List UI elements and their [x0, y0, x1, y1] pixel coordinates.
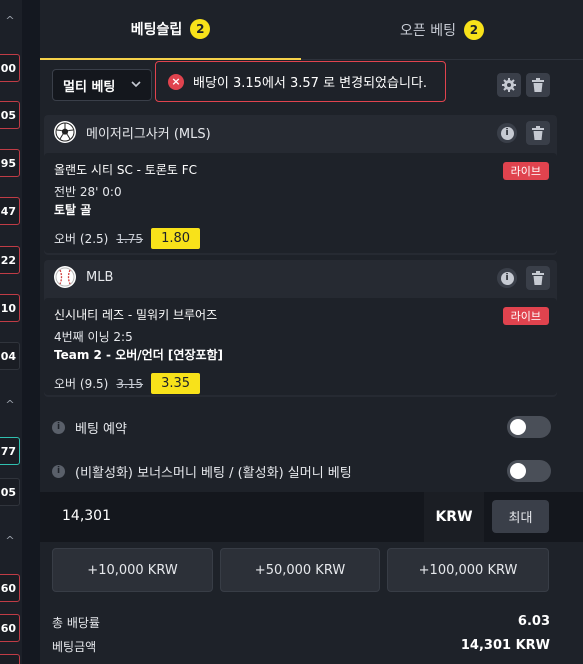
reserve-bet-toggle[interactable] [507, 416, 551, 438]
stake-input[interactable]: 14,301 [62, 508, 111, 524]
betslip-panel: 베팅슬립 2 오픈 베팅 2 멀티 베팅 × 배당이 3.15에서 3.57 로… [40, 0, 583, 664]
gear-icon [502, 78, 516, 92]
chevron-up-icon[interactable]: ^ [3, 14, 17, 27]
league-header: MLB i [44, 260, 557, 294]
alert-message: 배당이 3.15에서 3.57 로 변경되었습니다. [193, 76, 428, 91]
total-odds-value: 6.03 [517, 614, 550, 629]
league-group: MLB i 신시내티 레즈 - 밀워키 브루어즈 라이브 4번째 이닝 2:5 … [44, 260, 557, 397]
odds-row: 오버 (9.5) 3.15 3.35 [54, 373, 547, 394]
match-name: 신시내티 레즈 - 밀워키 브루어즈 [54, 308, 218, 322]
odds-chip[interactable]: 05 [0, 101, 20, 129]
settings-button[interactable] [497, 73, 521, 97]
soccer-ball-icon [54, 121, 76, 143]
info-icon[interactable]: i [52, 420, 65, 434]
live-badge: 라이브 [502, 307, 549, 325]
odds-chip[interactable]: 95 [0, 149, 20, 177]
odds-chip[interactable]: 05 [0, 478, 20, 506]
total-odds-label: 총 배당률 [52, 616, 100, 630]
left-odds-strip: ^ 00 05 95 47 22 10 04 ^ 77 05 ^ 60 60 6… [0, 0, 22, 664]
betslip-tabs: 베팅슬립 2 오픈 베팅 2 [40, 0, 583, 60]
tab-label: 베팅슬립 [130, 22, 183, 38]
quick-amount-button[interactable]: +10,000 KRW [52, 548, 213, 592]
chevron-up-icon[interactable]: ^ [3, 534, 17, 547]
max-stake-button[interactable]: 최대 [492, 500, 549, 533]
selection-card: 신시내티 레즈 - 밀워키 브루어즈 라이브 4번째 이닝 2:5 Team 2… [44, 298, 557, 395]
odds-row: 오버 (2.5) 1.75 1.80 [54, 228, 547, 249]
count-badge: 2 [190, 19, 211, 39]
odds-chip[interactable]: 60 [0, 654, 20, 664]
chevron-up-icon[interactable]: ^ [3, 398, 17, 411]
bonus-money-option: i (비활성화) 보너스머니 베팅 / (활성화) 실머니 베팅 [52, 458, 551, 484]
odds-chip[interactable]: 22 [0, 246, 20, 274]
info-button[interactable]: i [497, 268, 517, 288]
option-label: (비활성화) 보너스머니 베팅 / (활성화) 실머니 베팅 [75, 465, 352, 481]
tab-open-bets[interactable]: 오픈 베팅 2 [301, 0, 583, 60]
info-icon: i [500, 126, 514, 140]
odds-chip[interactable]: 60 [0, 574, 20, 602]
odds-chip[interactable]: 04 [0, 342, 20, 370]
currency-label: KRW [424, 492, 484, 542]
odds-chip[interactable]: 77 [0, 437, 20, 465]
league-group: 메이저리그사커 (MLS) i 올랜도 시티 SC - 토론토 FC 라이브 전… [44, 115, 557, 255]
bet-amount-value: 14,301 KRW [460, 638, 550, 653]
trash-icon [532, 78, 544, 92]
match-period: 전반 28' 0:0 [54, 185, 122, 199]
trash-icon [532, 126, 544, 140]
trash-icon [532, 271, 544, 285]
match-name: 올랜도 시티 SC - 토론토 FC [54, 163, 198, 177]
market-name: 토탈 골 [54, 203, 92, 217]
match-period: 4번째 이닝 2:5 [54, 330, 133, 344]
info-icon[interactable]: i [52, 464, 65, 478]
quick-amount-button[interactable]: +50,000 KRW [220, 548, 380, 592]
bet-type-label: 멀티 베팅 [63, 79, 116, 95]
market-name: Team 2 - 오버/언더 [연장포함] [54, 348, 224, 362]
info-icon: i [500, 271, 514, 285]
new-odds: 3.35 [151, 373, 201, 394]
info-button[interactable]: i [497, 123, 517, 143]
odds-chip[interactable]: 00 [0, 54, 20, 82]
tab-betslip[interactable]: 베팅슬립 2 [40, 0, 301, 60]
odds-chip[interactable]: 60 [0, 614, 20, 642]
league-name: MLB [86, 269, 114, 285]
tab-label: 오픈 베팅 [400, 23, 456, 39]
pick-label: 오버 (2.5) [54, 232, 109, 246]
selection-card: 올랜도 시티 SC - 토론토 FC 라이브 전반 28' 0:0 토탈 골 오… [44, 153, 557, 253]
baseball-icon [54, 266, 76, 288]
quick-amount-button[interactable]: +100,000 KRW [387, 548, 549, 592]
league-header: 메이저리그사커 (MLS) i [44, 115, 557, 149]
delete-button[interactable] [526, 121, 550, 145]
bet-amount-row: 베팅금액 14,301 KRW [52, 638, 550, 655]
total-odds-row: 총 배당률 6.03 [52, 614, 550, 631]
bet-amount-label: 베팅금액 [52, 640, 97, 654]
odds-chip[interactable]: 47 [0, 197, 20, 225]
delete-all-button[interactable] [526, 73, 550, 97]
count-badge: 2 [463, 20, 484, 40]
bet-type-select[interactable]: 멀티 베팅 [52, 69, 152, 101]
pick-label: 오버 (9.5) [54, 377, 109, 391]
bonus-money-toggle[interactable] [507, 460, 551, 482]
league-name: 메이저리그사커 (MLS) [86, 126, 211, 142]
delete-button[interactable] [526, 266, 550, 290]
odds-change-alert: × 배당이 3.15에서 3.57 로 변경되었습니다. [155, 61, 446, 102]
divider [22, 0, 40, 664]
option-label: 베팅 예약 [75, 421, 127, 437]
stake-input-row: 14,301 KRW 최대 [40, 492, 583, 542]
old-odds: 1.75 [116, 231, 144, 246]
new-odds: 1.80 [151, 228, 201, 249]
live-badge: 라이브 [502, 162, 549, 180]
chevron-down-icon [131, 81, 141, 88]
close-circle-icon[interactable]: × [168, 73, 184, 90]
reserve-bet-option: i 베팅 예약 [52, 414, 551, 440]
old-odds: 3.15 [116, 376, 144, 391]
odds-chip[interactable]: 10 [0, 294, 20, 322]
